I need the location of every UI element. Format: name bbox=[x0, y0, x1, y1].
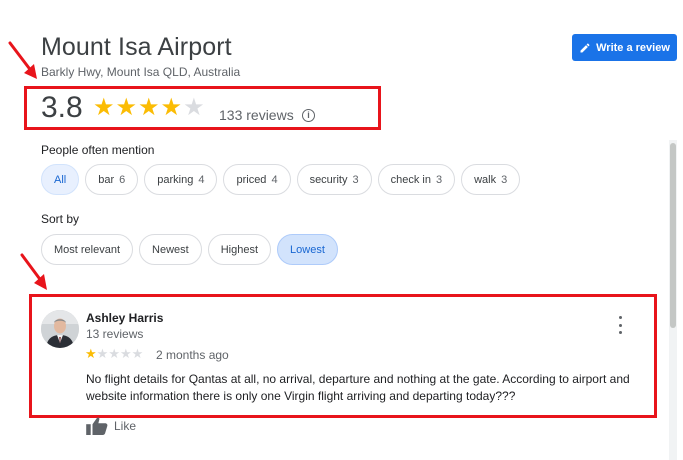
star-filled-icon: ★ bbox=[85, 346, 97, 361]
mention-chip[interactable]: check in 3 bbox=[377, 164, 456, 195]
place-address: Barkly Hwy, Mount Isa QLD, Australia bbox=[41, 65, 241, 79]
mentions-label: People often mention bbox=[41, 143, 155, 157]
like-label: Like bbox=[114, 419, 137, 433]
mention-chip-label: check in bbox=[390, 173, 431, 186]
star-filled-icon: ★ bbox=[115, 94, 138, 121]
mention-chip-label: walk bbox=[474, 173, 497, 186]
star-filled-icon: ★ bbox=[160, 94, 183, 121]
mention-chip[interactable]: All bbox=[41, 164, 80, 195]
mention-chip-label: bar bbox=[98, 173, 115, 186]
sort-option[interactable]: Most relevant bbox=[41, 234, 134, 265]
sort-options: Most relevant Newest Highest Lowest bbox=[41, 234, 338, 265]
star-empty-icon: ★ bbox=[183, 94, 205, 121]
pencil-icon bbox=[580, 42, 590, 52]
mention-chip[interactable]: parking 4 bbox=[144, 164, 218, 195]
write-review-label: Write a review bbox=[596, 41, 670, 54]
avatar[interactable] bbox=[41, 310, 79, 348]
annotation-arrow-top bbox=[8, 41, 37, 79]
info-icon[interactable]: i bbox=[302, 109, 315, 122]
more-options-icon[interactable] bbox=[614, 316, 626, 334]
place-title: Mount Isa Airport bbox=[41, 33, 232, 61]
mention-chip-count: 4 bbox=[198, 173, 205, 186]
mention-chip[interactable]: walk 3 bbox=[461, 164, 521, 195]
star-empty-icon: ★ bbox=[119, 346, 132, 361]
thumbs-up-icon bbox=[86, 417, 108, 435]
mention-chip-label: security bbox=[309, 173, 348, 186]
sort-label: Sort by bbox=[41, 212, 80, 226]
mention-chip-label: parking bbox=[157, 173, 194, 186]
review-stars: ★ ★ ★ ★ ★ bbox=[85, 347, 143, 360]
star-empty-icon: ★ bbox=[96, 346, 109, 361]
mention-chip-count: 6 bbox=[119, 173, 126, 186]
scrollbar-thumb[interactable] bbox=[670, 143, 676, 328]
review-text: No flight details for Qantas at all, no … bbox=[86, 372, 630, 403]
reviewer-name[interactable]: Ashley Harris bbox=[86, 311, 163, 325]
review-date: 2 months ago bbox=[156, 348, 229, 362]
mention-chip-count: 3 bbox=[501, 173, 508, 186]
like-button[interactable]: Like bbox=[86, 417, 136, 435]
mention-chip-label: All bbox=[54, 173, 67, 186]
mention-chip-label: priced bbox=[236, 173, 267, 186]
mention-chip[interactable]: bar 6 bbox=[85, 164, 139, 195]
rating-stars: ★ ★ ★ ★ ★ bbox=[93, 96, 205, 120]
reviews-count[interactable]: 133 reviews bbox=[219, 107, 294, 123]
avatar-photo bbox=[41, 310, 79, 348]
reviewer-review-count: 13 reviews bbox=[86, 327, 144, 341]
star-empty-icon: ★ bbox=[108, 346, 120, 361]
mention-chip[interactable]: priced 4 bbox=[223, 164, 291, 195]
sort-option[interactable]: Lowest bbox=[277, 234, 338, 265]
mention-chips: All bar 6 parking 4 priced 4 security 3 check in 3… bbox=[41, 164, 521, 195]
star-filled-icon: ★ bbox=[138, 94, 160, 121]
mention-chip[interactable]: security 3 bbox=[296, 164, 372, 195]
sort-option[interactable]: Highest bbox=[207, 234, 272, 265]
mention-chip-count: 3 bbox=[435, 173, 443, 186]
mention-chip-count: 3 bbox=[352, 173, 359, 186]
star-empty-icon: ★ bbox=[131, 346, 144, 361]
write-review-button[interactable]: Write a review bbox=[572, 34, 677, 61]
sort-option[interactable]: Newest bbox=[139, 234, 202, 265]
star-filled-icon: ★ bbox=[93, 94, 115, 121]
rating-value: 3.8 bbox=[41, 91, 83, 124]
mention-chip-count: 4 bbox=[271, 173, 278, 186]
